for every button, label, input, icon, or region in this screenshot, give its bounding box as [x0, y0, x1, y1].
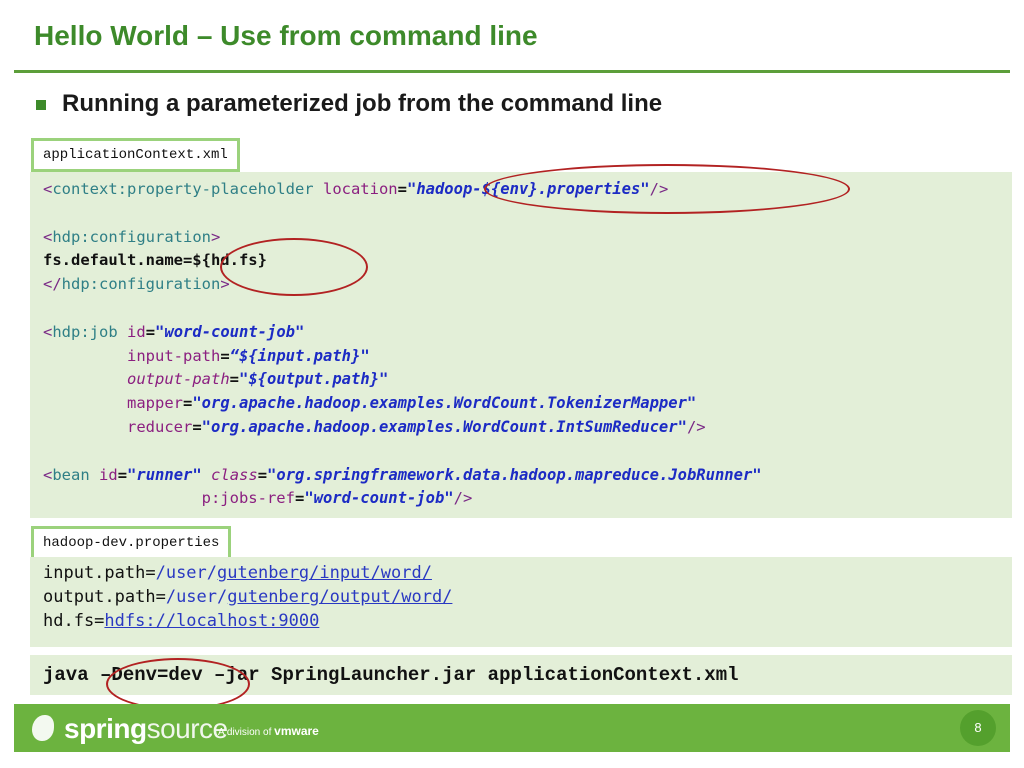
- page-number: 8: [960, 710, 996, 746]
- command-line: java –Denv=dev –jar SpringLauncher.jar a…: [43, 664, 739, 686]
- hdfs-link[interactable]: hdfs://localhost:9000: [104, 611, 319, 631]
- input-path-link[interactable]: gutenberg/input/word/: [217, 563, 432, 583]
- output-path-link[interactable]: gutenberg/output/word/: [227, 587, 452, 607]
- bullet-text: Running a parameterized job from the com…: [62, 90, 663, 117]
- properties-file-label: hadoop-dev.properties: [31, 526, 232, 560]
- springsource-leaf-icon: [32, 715, 54, 741]
- springsource-logo: springsource: [64, 713, 228, 744]
- division-text: A division of vmware: [218, 724, 319, 738]
- slide-title: Hello World – Use from command line: [34, 20, 538, 51]
- xml-code-panel: <context:property-placeholder location="…: [30, 172, 1012, 518]
- xml-code: <context:property-placeholder location="…: [43, 180, 762, 508]
- app-context-file-label: applicationContext.xml: [31, 138, 240, 172]
- footer-bar: springsource A division of vmware 8: [14, 704, 1010, 752]
- bullet-item: Running a parameterized job from the com…: [36, 90, 662, 118]
- square-bullet-icon: [36, 100, 46, 110]
- properties-code-panel: input.path=/user/gutenberg/input/word/ o…: [30, 557, 1012, 647]
- title-divider: [14, 70, 1010, 73]
- command-panel: java –Denv=dev –jar SpringLauncher.jar a…: [30, 655, 1012, 695]
- properties-code: input.path=/user/gutenberg/input/word/ o…: [43, 563, 453, 631]
